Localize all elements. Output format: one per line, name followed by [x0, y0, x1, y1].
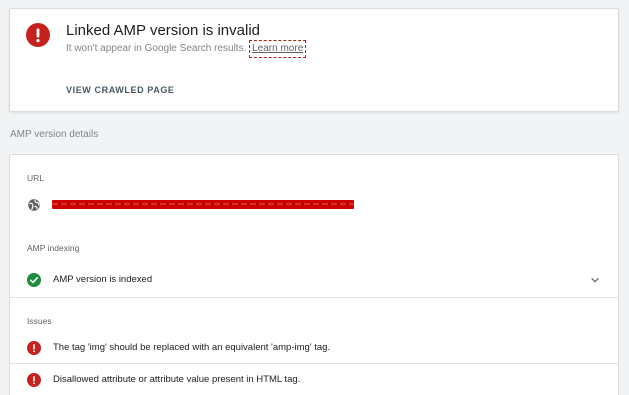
error-icon: [27, 373, 41, 387]
status-title: Linked AMP version is invalid: [66, 22, 260, 39]
learn-more-link[interactable]: Learn more: [249, 40, 307, 58]
url-label: URL: [27, 173, 45, 183]
redacted-url: [52, 200, 354, 209]
issues-label: Issues: [27, 316, 52, 326]
check-circle-icon: [27, 273, 41, 287]
amp-indexing-row[interactable]: AMP version is indexed: [10, 265, 618, 297]
amp-details-card: URL AMP indexing AMP version is indexed …: [9, 154, 619, 395]
status-subtitle-text: It won't appear in Google Search results…: [66, 43, 247, 54]
amp-indexing-status: AMP version is indexed: [53, 274, 153, 285]
amp-status-page: Linked AMP version is invalid It won't a…: [0, 0, 629, 395]
amp-status-card: Linked AMP version is invalid It won't a…: [9, 8, 619, 112]
globe-icon: [28, 199, 40, 211]
chevron-down-icon[interactable]: [590, 275, 600, 285]
issue-row[interactable]: Disallowed attribute or attribute value …: [10, 365, 618, 395]
amp-indexing-label: AMP indexing: [27, 243, 80, 253]
issue-row[interactable]: The tag 'img' should be replaced with an…: [10, 333, 618, 363]
error-icon: [27, 341, 41, 355]
error-icon: [26, 23, 50, 47]
issue-text: Disallowed attribute or attribute value …: [53, 374, 301, 385]
amp-version-details-heading: AMP version details: [10, 129, 99, 140]
view-crawled-page-button[interactable]: VIEW CRAWLED PAGE: [66, 85, 175, 95]
status-subtitle: It won't appear in Google Search results…: [66, 40, 307, 58]
issue-divider: [10, 363, 618, 364]
issue-text: The tag 'img' should be replaced with an…: [53, 342, 331, 353]
section-divider: [10, 297, 618, 298]
